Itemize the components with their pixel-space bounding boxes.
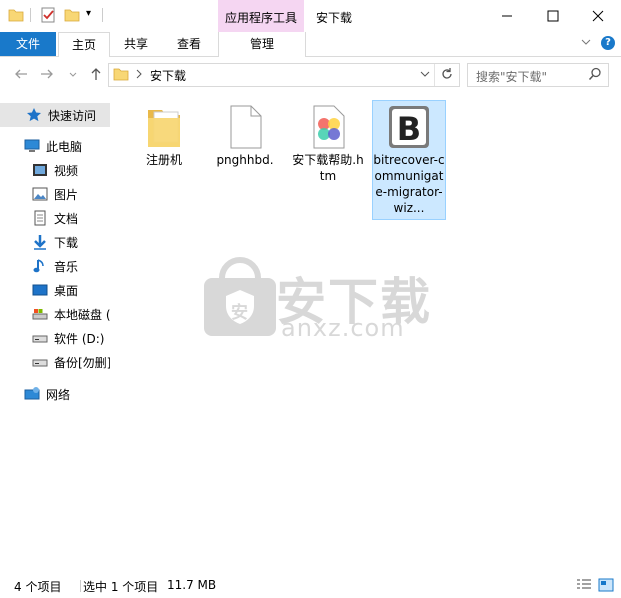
divider	[30, 8, 31, 22]
network-icon	[24, 386, 40, 402]
maximize-button[interactable]	[530, 0, 576, 32]
sidebar-item-label: 本地磁盘 (	[54, 307, 110, 322]
drive-icon	[32, 330, 48, 346]
search-placeholder: 搜索"安下载"	[476, 70, 548, 84]
app-b-icon: B	[371, 104, 447, 152]
sidebar-item-label: 此电脑	[46, 139, 83, 154]
sidebar-item-label: 视频	[54, 163, 79, 178]
back-arrow-icon[interactable]	[12, 66, 30, 84]
desktop-icon	[32, 282, 48, 298]
refresh-icon[interactable]	[439, 66, 455, 85]
sidebar-item-label: 快速访问	[48, 108, 97, 123]
file-name: pnghhbd.	[216, 153, 274, 167]
svg-text:B: B	[397, 110, 421, 148]
sidebar-item-label: 桌面	[54, 283, 79, 298]
help-icon[interactable]: ?	[601, 36, 615, 50]
sidebar-item-network[interactable]: 网络	[0, 382, 110, 406]
sidebar-item-pictures[interactable]: 图片	[0, 182, 110, 206]
sidebar-item-label: 音乐	[54, 259, 79, 274]
music-note-icon	[32, 258, 48, 274]
sidebar-item-label: 网络	[46, 387, 71, 402]
sidebar-item-label: 下载	[54, 235, 79, 250]
file-name: 安下载帮助.htm	[292, 153, 364, 183]
documents-folder-icon	[32, 210, 48, 226]
breadcrumb-separator-icon[interactable]	[135, 66, 143, 85]
watermark-domain: anxz.com	[281, 314, 405, 342]
search-icon[interactable]	[588, 67, 602, 84]
context-tab-label: 应用程序工具	[224, 11, 297, 25]
minimize-button[interactable]	[484, 0, 530, 32]
folder-icon[interactable]	[8, 7, 24, 23]
status-selection: 选中 1 个项目	[83, 580, 159, 594]
divider	[102, 8, 103, 22]
file-name: bitrecover-communigate-migrator-wiz...	[373, 153, 445, 215]
blank-file-icon	[207, 104, 283, 152]
close-button[interactable]	[575, 0, 621, 32]
large-icons-view-icon[interactable]	[598, 578, 614, 595]
quick-access-star-icon	[26, 107, 42, 123]
details-view-icon[interactable]	[576, 578, 592, 595]
computer-icon	[24, 138, 40, 154]
sidebar-item-label: 备份[勿删]	[54, 355, 110, 370]
htm-file-icon	[290, 104, 366, 152]
sidebar-item-label: 图片	[54, 187, 79, 202]
file-item-selected-app[interactable]: B bitrecover-communigate-migrator-wiz...	[371, 104, 447, 216]
folder-icon	[126, 104, 202, 152]
status-bar: 4 个项目 选中 1 个项目 11.7 MB	[0, 573, 621, 598]
local-disk-icon	[32, 306, 48, 322]
sidebar-item-drive-d[interactable]: 软件 (D:)	[0, 326, 110, 350]
download-arrow-icon	[32, 234, 48, 250]
up-arrow-icon[interactable]	[87, 66, 105, 84]
customize-toolbar-icon[interactable]: ▾	[86, 8, 91, 19]
tab-share[interactable]: 共享	[112, 32, 160, 56]
sidebar-item-desktop[interactable]: 桌面	[0, 278, 110, 302]
ribbon-collapse-icon[interactable]	[580, 36, 592, 51]
properties-icon[interactable]	[40, 7, 56, 23]
watermark-shield-icon: 安	[200, 256, 280, 338]
drive-icon	[32, 354, 48, 370]
file-item-blank[interactable]: pnghhbd.	[207, 104, 283, 168]
context-tab-header: 应用程序工具	[218, 0, 304, 32]
sidebar-item-this-pc[interactable]: 此电脑	[0, 134, 110, 158]
sidebar-item-music[interactable]: 音乐	[0, 254, 110, 278]
sidebar-item-videos[interactable]: 视频	[0, 158, 110, 182]
tab-view[interactable]: 查看	[165, 32, 213, 56]
sidebar-item-documents[interactable]: 文档	[0, 206, 110, 230]
navigation-pane: 快速访问 此电脑 视频 图片 文档 下载 音乐 桌面 本地磁盘 (软件 (D:…	[0, 93, 110, 573]
pictures-folder-icon	[32, 186, 48, 202]
divider	[434, 64, 435, 86]
new-folder-icon[interactable]	[64, 7, 80, 23]
folder-icon	[113, 66, 129, 85]
tab-manage[interactable]: 管理	[218, 32, 306, 57]
status-item-count: 4 个项目	[14, 580, 62, 594]
forward-arrow-icon[interactable]	[38, 66, 56, 84]
window-title: 安下载	[316, 11, 353, 25]
file-item-folder[interactable]: 注册机	[126, 104, 202, 168]
breadcrumb-item[interactable]: 安下载	[150, 67, 186, 84]
divider	[80, 580, 81, 592]
address-dropdown-icon[interactable]	[418, 66, 432, 85]
status-size: 11.7 MB	[167, 578, 217, 592]
watermark-shield-char: 安	[231, 303, 248, 323]
file-item-htm[interactable]: 安下载帮助.htm	[290, 104, 366, 184]
sidebar-item-local-disk[interactable]: 本地磁盘 (	[0, 302, 110, 326]
video-folder-icon	[32, 162, 48, 178]
file-name: 注册机	[145, 153, 182, 167]
tab-file[interactable]: 文件	[0, 32, 56, 56]
sidebar-item-quick-access[interactable]: 快速访问	[0, 103, 110, 127]
sidebar-item-label: 软件 (D:)	[54, 331, 105, 346]
sidebar-item-backup[interactable]: 备份[勿删]	[0, 350, 110, 374]
tab-home[interactable]: 主页	[58, 32, 110, 58]
recent-locations-chevron-icon[interactable]	[64, 66, 82, 84]
sidebar-item-downloads[interactable]: 下载	[0, 230, 110, 254]
sidebar-item-label: 文档	[54, 211, 79, 226]
